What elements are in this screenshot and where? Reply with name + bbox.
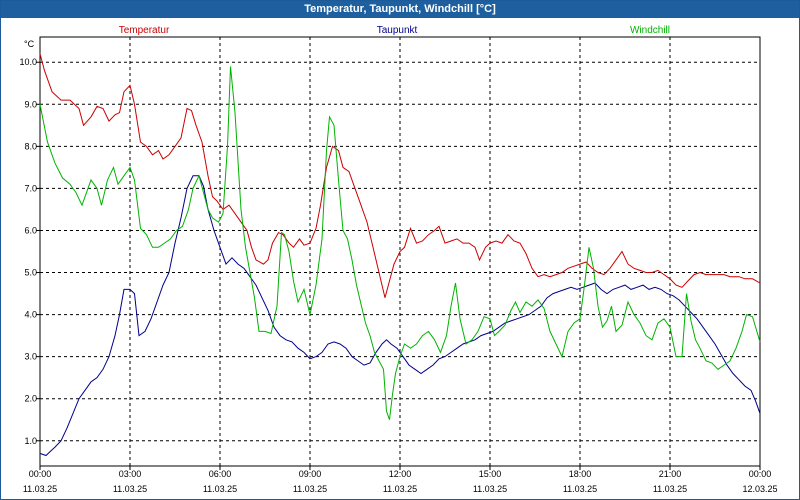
x-tick-date: 11.03.25 xyxy=(23,484,57,494)
x-tick-time: 15:00 xyxy=(479,469,502,479)
x-tick-date: 11.03.25 xyxy=(383,484,417,494)
x-tick-time: 12:00 xyxy=(389,469,412,479)
x-tick-date: 12.03.25 xyxy=(742,484,777,494)
y-axis-label: °C xyxy=(24,39,35,49)
y-tick-label: 8.0 xyxy=(24,141,37,151)
y-tick-label: 2.0 xyxy=(24,394,37,404)
y-tick-label: 1.0 xyxy=(24,436,37,446)
x-tick-time: 09:00 xyxy=(299,469,322,479)
x-tick-time: 00:00 xyxy=(749,469,772,479)
axes: 1.0 2.0 3.0 4.0 5.0 6.0 7.0 8.0 9.0 10.0 00:00 11.0… xyxy=(19,36,778,494)
x-tick-time: 03:00 xyxy=(119,469,142,479)
x-tick-date: 11.03.25 xyxy=(113,484,147,494)
chart-svg: 1.0 2.0 3.0 4.0 5.0 6.0 7.0 8.0 9.0 10.0 00:00 11.0… xyxy=(19,25,778,494)
y-tick-label: 4.0 xyxy=(24,310,37,320)
y-tick-label: 3.0 xyxy=(24,352,37,362)
legend-taupunkt: Taupunkt xyxy=(377,25,418,36)
x-tick-date: 11.03.25 xyxy=(653,484,687,494)
legend: Temperatur Taupunkt Windchill xyxy=(119,25,670,36)
y-tick-label: 7.0 xyxy=(24,183,37,193)
x-tick-time: 00:00 xyxy=(29,469,52,479)
y-tick-label: 6.0 xyxy=(24,225,37,235)
x-tick-time: 18:00 xyxy=(569,469,592,479)
legend-windchill: Windchill xyxy=(630,25,670,36)
y-tick-label: 9.0 xyxy=(24,99,37,109)
y-tick-label: 5.0 xyxy=(24,268,37,278)
x-tick-date: 11.03.25 xyxy=(293,484,327,494)
x-tick-date: 11.03.25 xyxy=(203,484,237,494)
x-tick-time: 21:00 xyxy=(659,469,682,479)
y-tick-label: 10.0 xyxy=(19,57,37,67)
x-tick-time: 06:00 xyxy=(209,469,232,479)
x-tick-date: 11.03.25 xyxy=(473,484,507,494)
x-tick-date: 11.03.25 xyxy=(563,484,597,494)
legend-temperatur: Temperatur xyxy=(119,25,170,36)
